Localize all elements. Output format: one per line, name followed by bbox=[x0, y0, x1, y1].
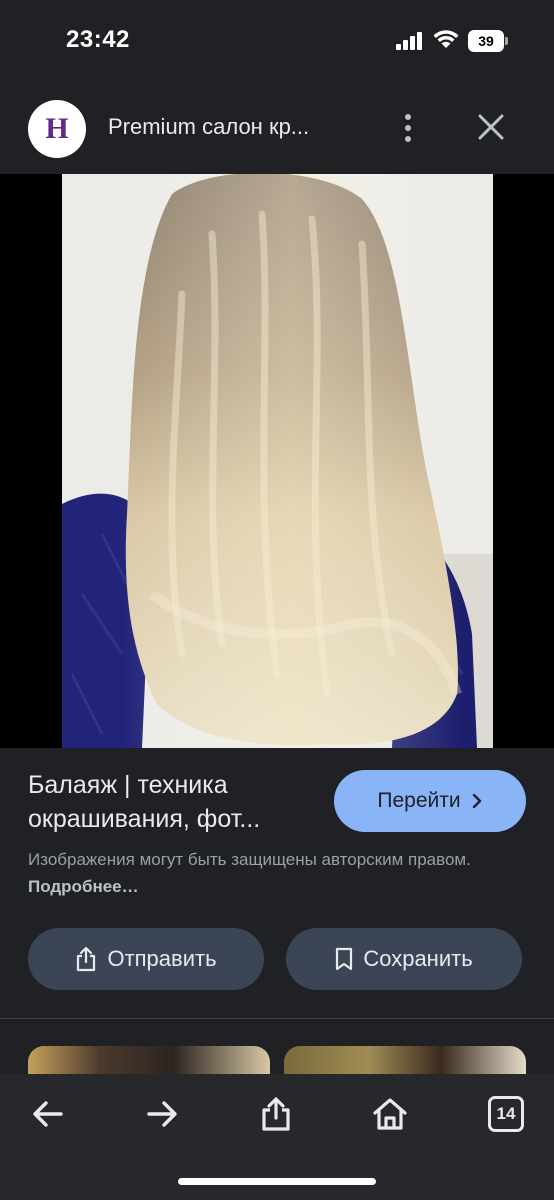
tabs-button[interactable]: 14 bbox=[484, 1092, 528, 1136]
share-button-label: Отправить bbox=[107, 946, 217, 971]
site-logo[interactable]: H bbox=[28, 100, 86, 158]
battery-level: 39 bbox=[468, 30, 504, 52]
learn-more-link[interactable]: Подробнее… bbox=[28, 877, 139, 896]
signal-icon bbox=[396, 32, 424, 50]
status-bar: 23:42 39 bbox=[0, 0, 554, 82]
save-button-label: Сохранить bbox=[363, 946, 473, 971]
back-arrow-icon bbox=[33, 1101, 63, 1127]
tabs-icon: 14 bbox=[488, 1096, 524, 1132]
toolbar-share-button[interactable] bbox=[254, 1092, 298, 1136]
more-vert-icon[interactable] bbox=[394, 110, 422, 146]
share-icon bbox=[262, 1097, 290, 1131]
copyright-notice: Изображения могут быть защищены авторски… bbox=[28, 846, 528, 900]
viewer-header: H Premium салон кр... bbox=[0, 82, 554, 174]
chevron-right-icon bbox=[472, 793, 481, 809]
site-logo-letter: H bbox=[45, 112, 69, 145]
save-button[interactable]: Сохранить bbox=[286, 928, 522, 990]
caption-line-2: окрашивания, фот... bbox=[28, 805, 261, 833]
caption-line-1: Балаяж | техника bbox=[28, 771, 228, 799]
wifi-icon bbox=[433, 30, 459, 48]
home-button[interactable] bbox=[368, 1092, 412, 1136]
back-button[interactable] bbox=[26, 1092, 70, 1136]
close-icon[interactable] bbox=[474, 110, 508, 144]
status-time: 23:42 bbox=[66, 26, 130, 53]
home-icon bbox=[373, 1098, 407, 1130]
image-caption[interactable]: Балаяж | техника окрашивания, фот... bbox=[28, 768, 328, 836]
share-icon bbox=[77, 946, 96, 972]
site-title[interactable]: Premium салон кр... bbox=[108, 114, 309, 140]
image-preview[interactable] bbox=[0, 174, 554, 748]
home-indicator[interactable] bbox=[178, 1178, 376, 1185]
forward-button[interactable] bbox=[140, 1092, 184, 1136]
visit-button-label: Перейти bbox=[377, 789, 461, 812]
tabs-count: 14 bbox=[496, 1104, 516, 1123]
battery-icon: 39 bbox=[468, 30, 508, 52]
browser-toolbar: 14 bbox=[0, 1074, 554, 1200]
divider bbox=[0, 1018, 554, 1019]
visit-button[interactable]: Перейти bbox=[334, 770, 526, 832]
forward-arrow-icon bbox=[147, 1101, 177, 1127]
bookmark-icon bbox=[336, 947, 353, 971]
copyright-text: Изображения могут быть защищены авторски… bbox=[28, 850, 471, 869]
action-buttons: Отправить Сохранить bbox=[0, 928, 554, 990]
share-button[interactable]: Отправить bbox=[28, 928, 264, 990]
hair-photo bbox=[62, 174, 493, 748]
